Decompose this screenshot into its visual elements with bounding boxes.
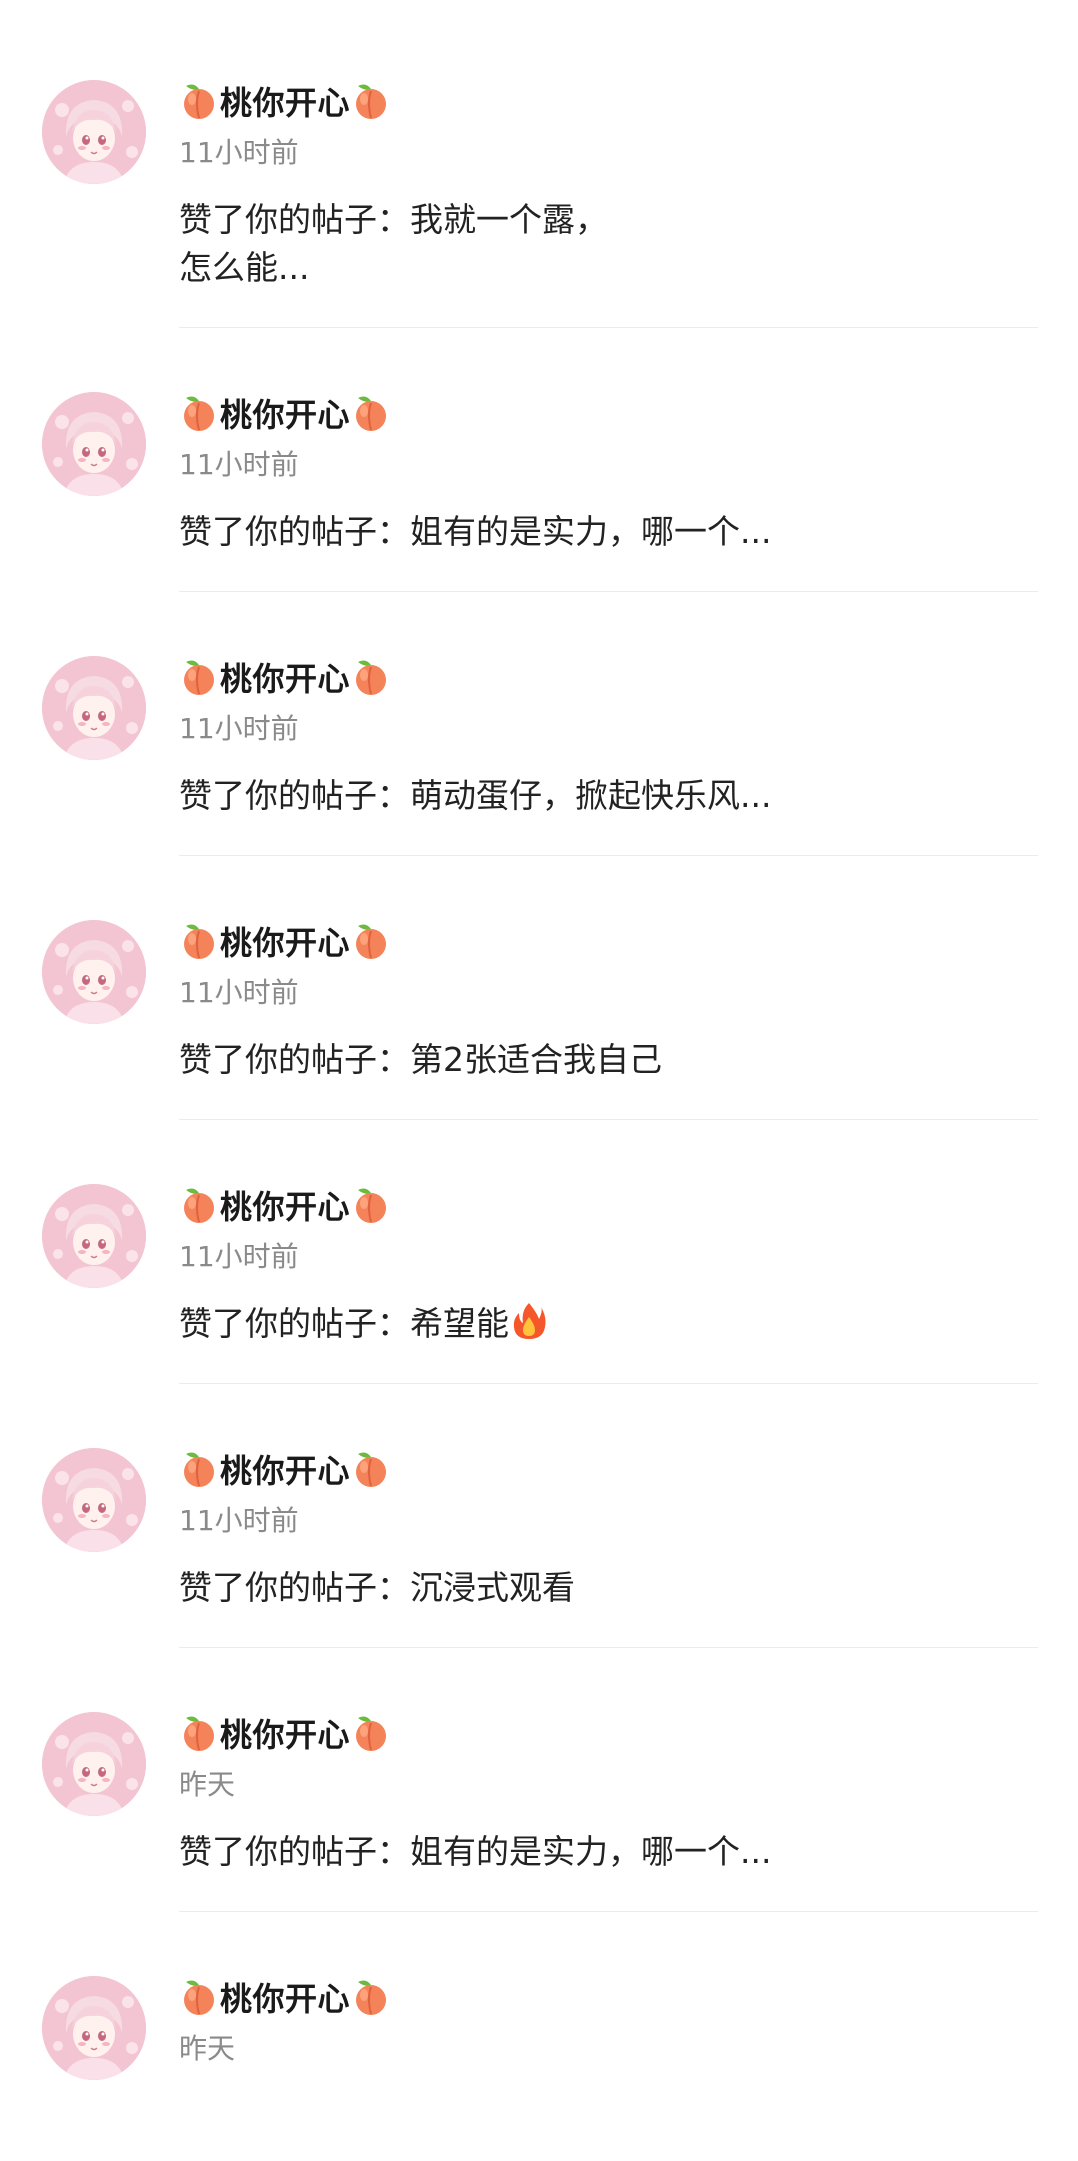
- timestamp: 11小时前: [179, 1240, 299, 1273]
- username[interactable]: 桃你开心: [179, 1182, 1038, 1228]
- notification-message[interactable]: 赞了你的帖子：萌动蛋仔，掀起快乐风...: [179, 772, 1038, 820]
- timestamp: 11小时前: [179, 1504, 299, 1537]
- peach-icon: [351, 393, 391, 433]
- peach-icon: [351, 921, 391, 961]
- peach-icon: [351, 657, 391, 697]
- avatar[interactable]: [42, 656, 146, 760]
- avatar[interactable]: [42, 1712, 146, 1816]
- notification-item[interactable]: 桃你开心 11小时前 赞了你的帖子：我就一个露， 怎么能...: [0, 0, 1078, 287]
- username[interactable]: 桃你开心: [179, 918, 1038, 964]
- timestamp: 11小时前: [179, 712, 299, 745]
- avatar[interactable]: [42, 1448, 146, 1552]
- peach-icon: [351, 1449, 391, 1489]
- notification-item[interactable]: 桃你开心 11小时前 赞了你的帖子：姐有的是实力，哪一个...: [0, 312, 1078, 577]
- username[interactable]: 桃你开心: [179, 654, 1038, 700]
- timestamp: 11小时前: [179, 448, 299, 481]
- notification-item[interactable]: 桃你开心 11小时前 赞了你的帖子：希望能: [0, 1104, 1078, 1369]
- peach-icon: [179, 81, 219, 121]
- notification-message[interactable]: 赞了你的帖子：希望能: [179, 1300, 1038, 1348]
- peach-icon: [179, 657, 219, 697]
- notification-message[interactable]: 赞了你的帖子：沉浸式观看: [179, 1564, 1038, 1612]
- peach-icon: [351, 1977, 391, 2017]
- notification-item[interactable]: 桃你开心 昨天: [0, 1896, 1078, 2161]
- peach-icon: [351, 1713, 391, 1753]
- avatar[interactable]: [42, 80, 146, 184]
- username[interactable]: 桃你开心: [179, 1446, 1038, 1492]
- peach-icon: [179, 393, 219, 433]
- avatar[interactable]: [42, 392, 146, 496]
- fire-icon: [511, 1301, 547, 1341]
- peach-icon: [179, 1449, 219, 1489]
- notification-item[interactable]: 桃你开心 11小时前 赞了你的帖子：沉浸式观看: [0, 1368, 1078, 1633]
- peach-icon: [179, 921, 219, 961]
- notification-message[interactable]: 赞了你的帖子：第2张适合我自己: [179, 1036, 1038, 1084]
- timestamp: 11小时前: [179, 136, 299, 169]
- notification-item[interactable]: 桃你开心 昨天 赞了你的帖子：姐有的是实力，哪一个...: [0, 1632, 1078, 1897]
- username[interactable]: 桃你开心: [179, 78, 1038, 124]
- notification-message[interactable]: 赞了你的帖子：姐有的是实力，哪一个...: [179, 1828, 1038, 1876]
- peach-icon: [351, 1185, 391, 1225]
- notification-item[interactable]: 桃你开心 11小时前 赞了你的帖子：萌动蛋仔，掀起快乐风...: [0, 576, 1078, 841]
- peach-icon: [179, 1185, 219, 1225]
- timestamp: 11小时前: [179, 976, 299, 1009]
- avatar[interactable]: [42, 1976, 146, 2080]
- notification-message[interactable]: 赞了你的帖子：我就一个露， 怎么能...: [179, 196, 1038, 292]
- peach-icon: [179, 1977, 219, 2017]
- notification-message[interactable]: 赞了你的帖子：姐有的是实力，哪一个...: [179, 508, 1038, 556]
- notification-item[interactable]: 桃你开心 11小时前 赞了你的帖子：第2张适合我自己: [0, 840, 1078, 1105]
- avatar[interactable]: [42, 1184, 146, 1288]
- timestamp: 昨天: [179, 2032, 236, 2065]
- username[interactable]: 桃你开心: [179, 1974, 1038, 2020]
- peach-icon: [179, 1713, 219, 1753]
- peach-icon: [351, 81, 391, 121]
- username[interactable]: 桃你开心: [179, 390, 1038, 436]
- avatar[interactable]: [42, 920, 146, 1024]
- timestamp: 昨天: [179, 1768, 236, 1801]
- username[interactable]: 桃你开心: [179, 1710, 1038, 1756]
